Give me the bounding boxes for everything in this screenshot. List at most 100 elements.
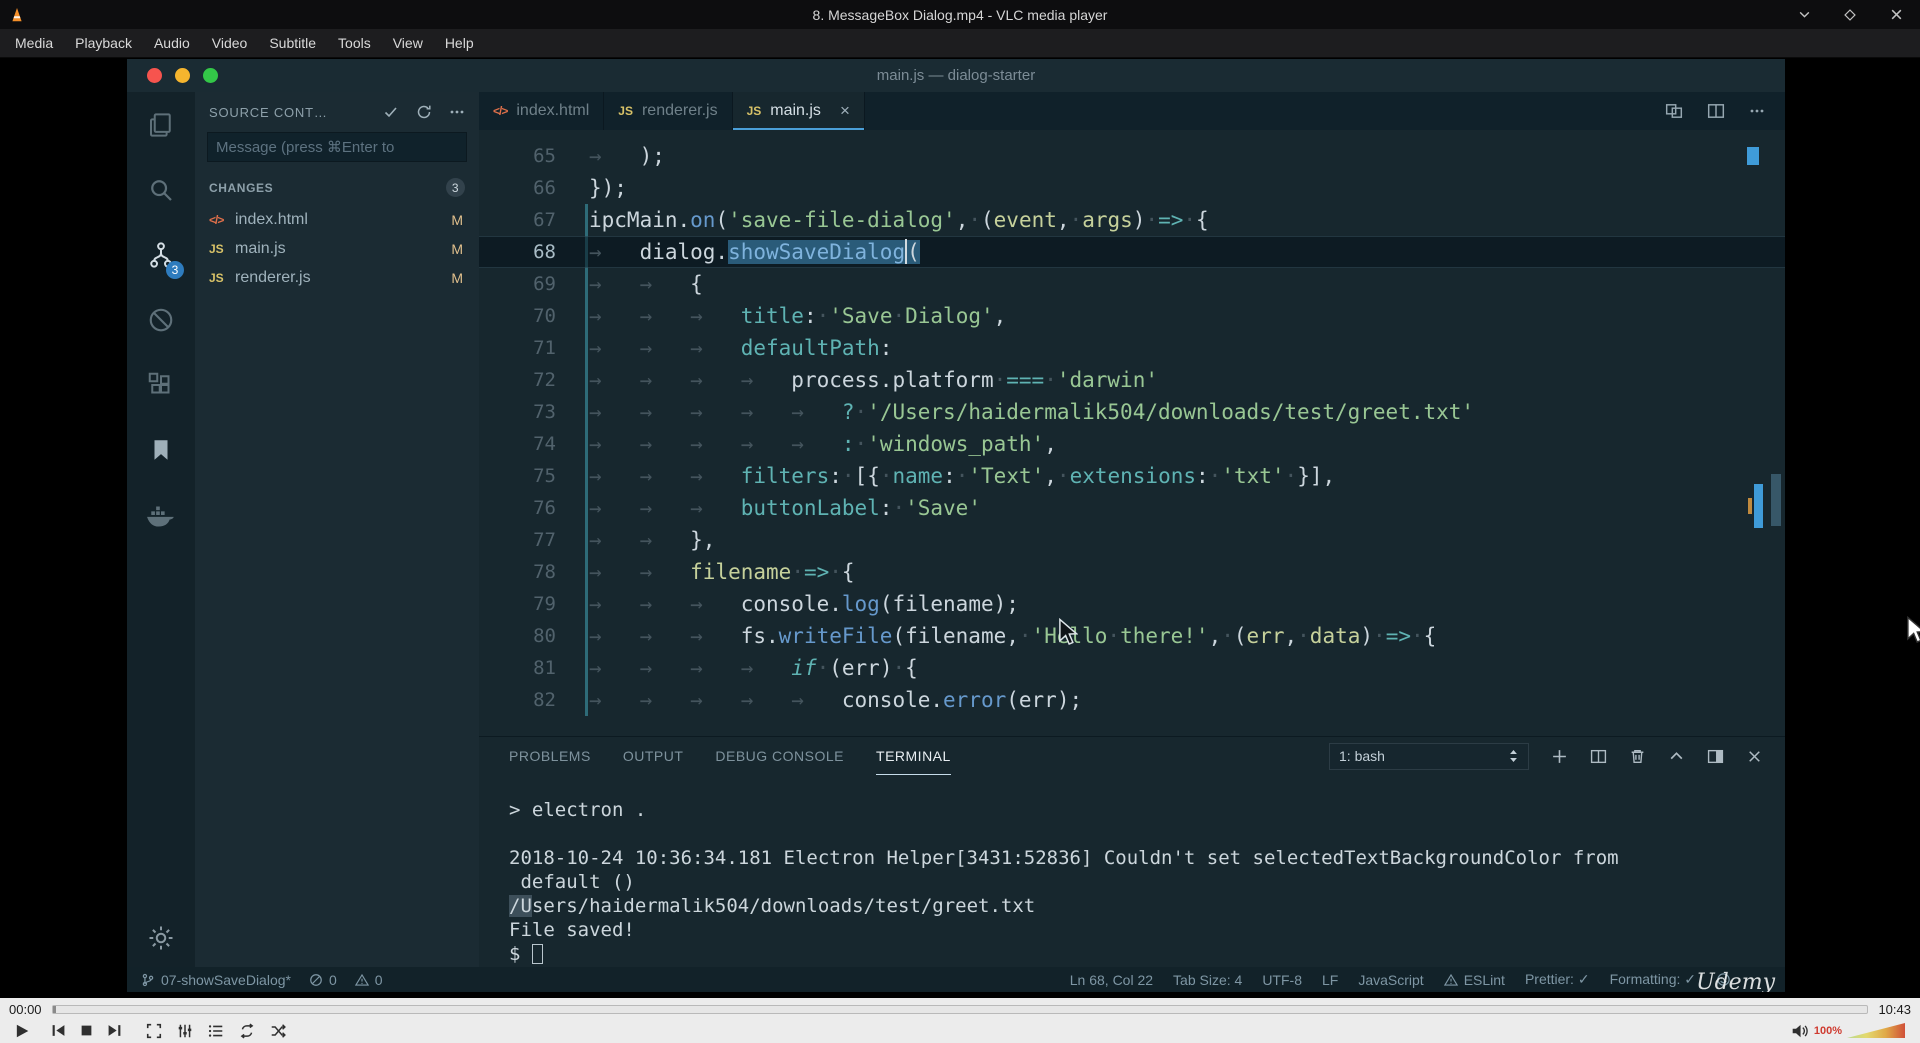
video-display[interactable]: main.js — dialog-starter 3 SOURCE CONT… …	[0, 58, 1920, 998]
code-line-82[interactable]: 82 → → → → → console.error(err);	[479, 684, 1785, 716]
code-line-70[interactable]: 70 → → → title:·'Save·Dialog',	[479, 300, 1785, 332]
kill-terminal-icon[interactable]	[1629, 748, 1646, 765]
extended-settings-button[interactable]	[172, 1020, 197, 1042]
code-line-74[interactable]: 74 → → → → → :·'windows_path',	[479, 428, 1785, 460]
code-line-73[interactable]: 73 → → → → → ?·'/Users/haidermalik504/dow…	[479, 396, 1785, 428]
shuffle-button[interactable]	[265, 1020, 290, 1042]
code-line-79[interactable]: 79 → → → console.log(filename);	[479, 588, 1785, 620]
status-javascript[interactable]: JavaScript	[1358, 972, 1423, 988]
macos-minimize-button[interactable]	[175, 68, 190, 83]
stop-button[interactable]	[74, 1020, 99, 1042]
status-0[interactable]: 0	[354, 972, 383, 988]
code-line-76[interactable]: 76 → → → buttonLabel:·'Save'	[479, 492, 1785, 524]
more-actions-icon[interactable]	[449, 104, 465, 120]
menu-playback[interactable]: Playback	[64, 29, 143, 57]
status-lf[interactable]: LF	[1322, 972, 1338, 988]
activity-docker[interactable]	[127, 482, 195, 547]
status-ln-68-col-22[interactable]: Ln 68, Col 22	[1070, 972, 1153, 988]
tab-main.js[interactable]: JS main.js ×	[732, 92, 865, 130]
playlist-button[interactable]	[203, 1020, 228, 1042]
activity-explorer[interactable]	[127, 92, 195, 157]
panel-tab-problems[interactable]: PROBLEMS	[509, 737, 591, 775]
terminal-output[interactable]: > electron . 2018-10-24 10:36:34.181 Elec…	[509, 776, 1765, 967]
next-button[interactable]	[102, 1020, 127, 1042]
commit-message-input[interactable]	[207, 132, 467, 162]
menu-video[interactable]: Video	[201, 29, 259, 57]
terminal-shell-select[interactable]: 1: bash	[1329, 742, 1529, 770]
close-panel-icon[interactable]	[1746, 748, 1763, 765]
split-editor-icon[interactable]	[1707, 102, 1725, 120]
js-file-icon: JS	[209, 270, 224, 285]
terminal-line: File saved!	[509, 919, 635, 941]
open-changes-icon[interactable]	[1665, 102, 1683, 120]
status-0[interactable]: 0	[309, 972, 337, 988]
panel-tab-terminal[interactable]: TERMINAL	[876, 737, 951, 775]
commit-check-icon[interactable]	[383, 104, 399, 120]
total-time: 10:43	[1878, 1001, 1911, 1017]
code-line-72[interactable]: 72 → → → → process.platform·===·'darwin'	[479, 364, 1785, 396]
close-button[interactable]	[1888, 7, 1904, 23]
seek-handle[interactable]	[52, 1005, 56, 1013]
play-button[interactable]	[9, 1020, 34, 1042]
code-line-65[interactable]: 65 → );	[479, 140, 1785, 172]
status-utf-8[interactable]: UTF-8	[1262, 972, 1302, 988]
code-line-77[interactable]: 77 → → },	[479, 524, 1785, 556]
new-terminal-icon[interactable]	[1551, 748, 1568, 765]
tab-renderer.js[interactable]: JS renderer.js	[604, 92, 733, 130]
code-line-75[interactable]: 75 → → → filters:·[{·name:·'Text',·extens…	[479, 460, 1785, 492]
terminal-cursor	[531, 944, 543, 964]
panel-layout-icon[interactable]	[1707, 748, 1724, 765]
code-line-69[interactable]: 69 → → {	[479, 268, 1785, 300]
code-line-78[interactable]: 78 → → filename·=>·{	[479, 556, 1785, 588]
maximize-panel-icon[interactable]	[1668, 748, 1685, 765]
status-07-showsavedialog-[interactable]: 07-showSaveDialog*	[141, 972, 291, 988]
panel-tab-output[interactable]: OUTPUT	[623, 737, 684, 775]
status-tab-size-4[interactable]: Tab Size: 4	[1173, 972, 1242, 988]
macos-close-button[interactable]	[147, 68, 162, 83]
menu-help[interactable]: Help	[434, 29, 485, 57]
speaker-icon	[1791, 1023, 1809, 1039]
fullscreen-button[interactable]	[141, 1020, 166, 1042]
status-smiley[interactable]	[1716, 972, 1731, 987]
seek-slider[interactable]	[51, 1004, 1869, 1014]
status-eslint[interactable]: ESLint	[1443, 972, 1505, 988]
menu-audio[interactable]: Audio	[143, 29, 201, 57]
code-line-67[interactable]: 67 ipcMain.on('save-file-dialog',·(event,…	[479, 204, 1785, 236]
scm-file-index.html[interactable]: </> index.html M	[195, 205, 479, 234]
code-line-68[interactable]: 68 → dialog.showSaveDialog(	[479, 236, 1785, 268]
menu-view[interactable]: View	[382, 29, 434, 57]
volume-control[interactable]: 100%	[1791, 1023, 1911, 1039]
activity-extensions[interactable]	[127, 352, 195, 417]
previous-button[interactable]	[46, 1020, 71, 1042]
minimize-button[interactable]	[1796, 7, 1812, 23]
split-terminal-icon[interactable]	[1590, 748, 1607, 765]
scm-file-renderer.js[interactable]: JS renderer.js M	[195, 263, 479, 292]
status-formatting-[interactable]: Formatting: ✓	[1610, 971, 1696, 988]
code-line-71[interactable]: 71 → → → defaultPath:	[479, 332, 1785, 364]
code-line-80[interactable]: 80 → → → fs.writeFile(filename,·'Hello·th…	[479, 620, 1785, 652]
line-number: 78	[533, 561, 556, 583]
status-prettier-[interactable]: Prettier: ✓	[1525, 971, 1590, 988]
loop-button[interactable]	[234, 1020, 259, 1042]
more-actions-icon[interactable]	[1749, 103, 1765, 119]
close-tab-icon[interactable]: ×	[840, 101, 850, 121]
macos-zoom-button[interactable]	[203, 68, 218, 83]
activity-debug[interactable]	[127, 287, 195, 352]
menu-tools[interactable]: Tools	[327, 29, 382, 57]
menu-subtitle[interactable]: Subtitle	[258, 29, 327, 57]
volume-slider[interactable]	[1847, 1023, 1905, 1038]
menu-media[interactable]: Media	[4, 29, 64, 57]
settings-gear-button[interactable]	[127, 923, 195, 953]
activity-source-control[interactable]: 3	[127, 222, 195, 287]
code-line-66[interactable]: 66});	[479, 172, 1785, 204]
scm-file-main.js[interactable]: JS main.js M	[195, 234, 479, 263]
panel-tab-debug-console[interactable]: DEBUG CONSOLE	[715, 737, 844, 775]
activity-search[interactable]	[127, 157, 195, 222]
activity-bookmarks[interactable]	[127, 417, 195, 482]
code-editor[interactable]: 65 → ); 66}); 67 ipcMain.on('save-file-dialo…	[479, 130, 1785, 737]
code-line-81[interactable]: 81 → → → → if·(err)·{	[479, 652, 1785, 684]
tab-index.html[interactable]: </> index.html	[479, 92, 605, 130]
maximize-button[interactable]	[1842, 7, 1858, 23]
editor-scrollbar[interactable]	[1771, 474, 1781, 526]
refresh-icon[interactable]	[416, 104, 432, 120]
